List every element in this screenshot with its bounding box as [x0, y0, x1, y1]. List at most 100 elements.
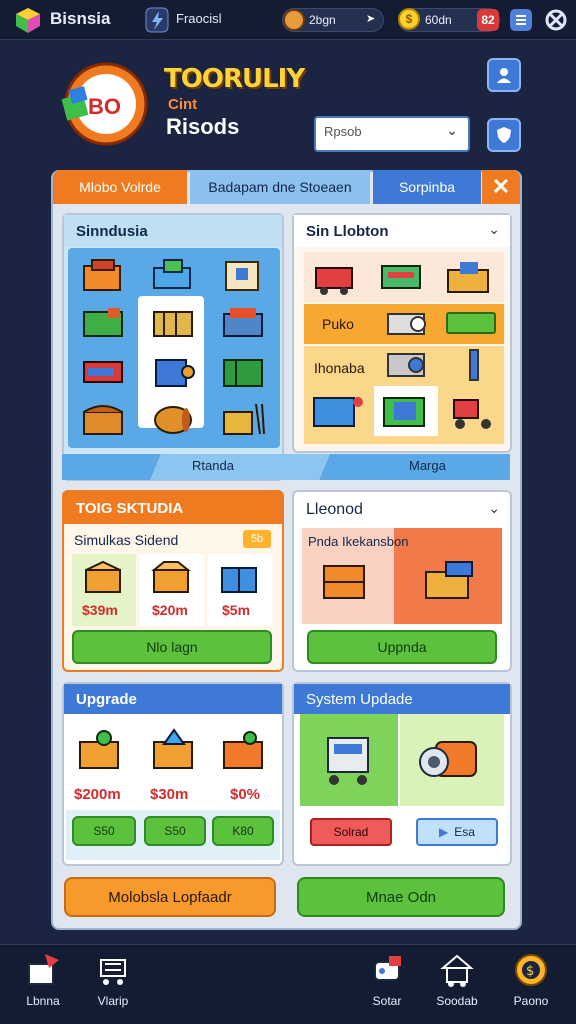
tab-sorpinba[interactable]: Sorpinba — [373, 170, 481, 204]
station-row-0 — [304, 252, 504, 302]
card-header: TOIG SKTUDIA — [64, 492, 282, 524]
shop-item-2[interactable]: $5m — [208, 554, 272, 626]
container-icon[interactable] — [220, 352, 266, 390]
stat-1-value: 2bgn — [309, 13, 336, 27]
gift-box-icon[interactable] — [220, 728, 268, 772]
open-box-icon[interactable] — [444, 258, 494, 296]
nav-label: Vlarip — [97, 994, 129, 1008]
coil-icon[interactable] — [384, 308, 434, 340]
shield-button[interactable] — [487, 118, 521, 152]
fruit-box-icon[interactable] — [76, 728, 124, 772]
item-grid — [68, 248, 280, 448]
chest-icon[interactable] — [80, 400, 126, 438]
hand-truck-icon[interactable] — [448, 390, 504, 434]
sim-footer-left-tab[interactable] — [150, 454, 330, 480]
notification-badge[interactable]: 82 — [477, 9, 499, 31]
coin-icon: $ — [515, 954, 547, 986]
blue-bin-icon[interactable] — [310, 388, 366, 436]
play-button[interactable]: ▶ Esa — [416, 818, 498, 846]
green-device-icon[interactable] — [380, 390, 436, 434]
tab-label: Badapam dne Stoeaen — [208, 179, 352, 195]
cancel-button[interactable]: Solrad — [310, 818, 392, 846]
red-cart-icon[interactable] — [312, 258, 362, 296]
upgrade-price-1: $30m — [150, 786, 189, 803]
nav-label: Paono — [513, 994, 549, 1008]
close-icon[interactable]: ✕ — [482, 170, 520, 204]
green-toggle-icon[interactable] — [446, 312, 496, 334]
box-arrow-icon — [28, 954, 59, 985]
barrel-icon[interactable] — [150, 400, 196, 438]
nav-item-paono[interactable]: $ Paono — [496, 952, 566, 1016]
lamp-icon[interactable] — [454, 346, 494, 386]
game-logo: BO — [60, 60, 156, 148]
sim-footer-left: Rtanda — [192, 458, 234, 473]
gold-coin-icon: $ — [398, 8, 420, 30]
lightning-icon[interactable] — [145, 7, 169, 33]
tab-mlobo-volrde[interactable]: Mlobo Volrde — [53, 170, 187, 204]
buy-button-0[interactable]: S50 — [72, 816, 136, 846]
chevron-down-icon[interactable]: ⌄ — [488, 500, 500, 517]
profile-button[interactable] — [487, 58, 521, 92]
red-truck-icon[interactable] — [80, 352, 126, 390]
section-label[interactable]: Fraocisl — [176, 11, 222, 26]
crate-icon[interactable] — [80, 256, 126, 294]
system-slot-1[interactable] — [400, 714, 504, 806]
motor-icon[interactable] — [384, 348, 434, 384]
upgrade-button[interactable]: Uppnda — [307, 630, 497, 664]
orange-crate-icon[interactable] — [320, 558, 372, 606]
stat-2-value: 60dn — [425, 13, 452, 27]
top-bar: Bisnsia Fraocisl 2bgn ➤ 60dn $ 82 — [0, 0, 576, 40]
shop-badge: 5b — [243, 530, 271, 548]
play-button-label: Esa — [454, 825, 475, 839]
more-button[interactable]: Mnae Odn — [297, 877, 505, 917]
robot-icon — [374, 956, 401, 981]
shelf-icon[interactable] — [150, 304, 196, 342]
card-title: System Updade — [294, 684, 510, 714]
ladder-crate-icon[interactable] — [220, 400, 266, 438]
shop-item-1[interactable]: $20m — [140, 554, 204, 626]
item-price: $20m — [152, 602, 188, 618]
nav-label: Lbnna — [26, 994, 60, 1008]
buy-button-2[interactable]: K80 — [212, 816, 274, 846]
chevron-down-icon: ⌄ — [446, 122, 458, 138]
nav-item-vlarip[interactable]: Vlarip — [78, 952, 148, 1016]
nav-item-lbnna[interactable]: Lbnna — [8, 952, 78, 1016]
card-title: Upgrade — [64, 684, 282, 714]
turbine-icon — [419, 741, 477, 777]
package-icon[interactable] — [220, 256, 266, 294]
item-price: $39m — [82, 602, 118, 618]
upgrade-price-2: $0% — [230, 786, 261, 803]
shop-button[interactable]: Nlo lagn — [72, 630, 272, 664]
buy-button-1[interactable]: S50 — [144, 816, 206, 846]
blue-crate-icon[interactable] — [220, 304, 266, 342]
search-input[interactable]: Rpsob ⌄ — [314, 116, 470, 152]
shop-subtitle: Simulkas Sidend — [74, 532, 179, 548]
sim-footer-right[interactable]: Marga — [409, 458, 446, 473]
nav-label: Soodab — [436, 994, 478, 1008]
row-2-label: Ihonaba — [314, 360, 365, 376]
multiplayer-button[interactable]: Molobsla Lopfaadr — [64, 877, 276, 917]
house-icon — [440, 954, 474, 987]
copper-coin-icon — [283, 9, 305, 31]
cube-logo-icon — [16, 8, 40, 33]
green-truck-icon[interactable] — [80, 304, 126, 342]
card-title: Lleonod — [306, 501, 363, 518]
logo-text: BO — [88, 94, 121, 119]
ice-box-icon[interactable] — [150, 728, 198, 772]
delivery-box-icon[interactable] — [422, 558, 482, 606]
machine-icon[interactable] — [150, 352, 196, 390]
nav-item-sotar[interactable]: Sotar — [352, 952, 422, 1016]
list-icon[interactable] — [510, 9, 532, 31]
user-icon — [497, 68, 511, 83]
game-tagline: Risods — [166, 114, 240, 139]
nav-item-soodab[interactable]: Soodab — [422, 952, 492, 1016]
shop-item-0[interactable]: $39m — [72, 554, 136, 626]
card-title: Sinndusia — [64, 215, 282, 247]
system-slot-0[interactable] — [300, 714, 398, 806]
settings-icon[interactable] — [544, 8, 568, 32]
tab-badapam[interactable]: Badapam dne Stoeaen — [190, 170, 370, 204]
green-market-icon[interactable] — [378, 258, 428, 296]
cart-icon — [100, 959, 126, 985]
cart-item-icon[interactable] — [150, 256, 196, 294]
chevron-down-icon[interactable]: ⌄ — [488, 221, 500, 238]
